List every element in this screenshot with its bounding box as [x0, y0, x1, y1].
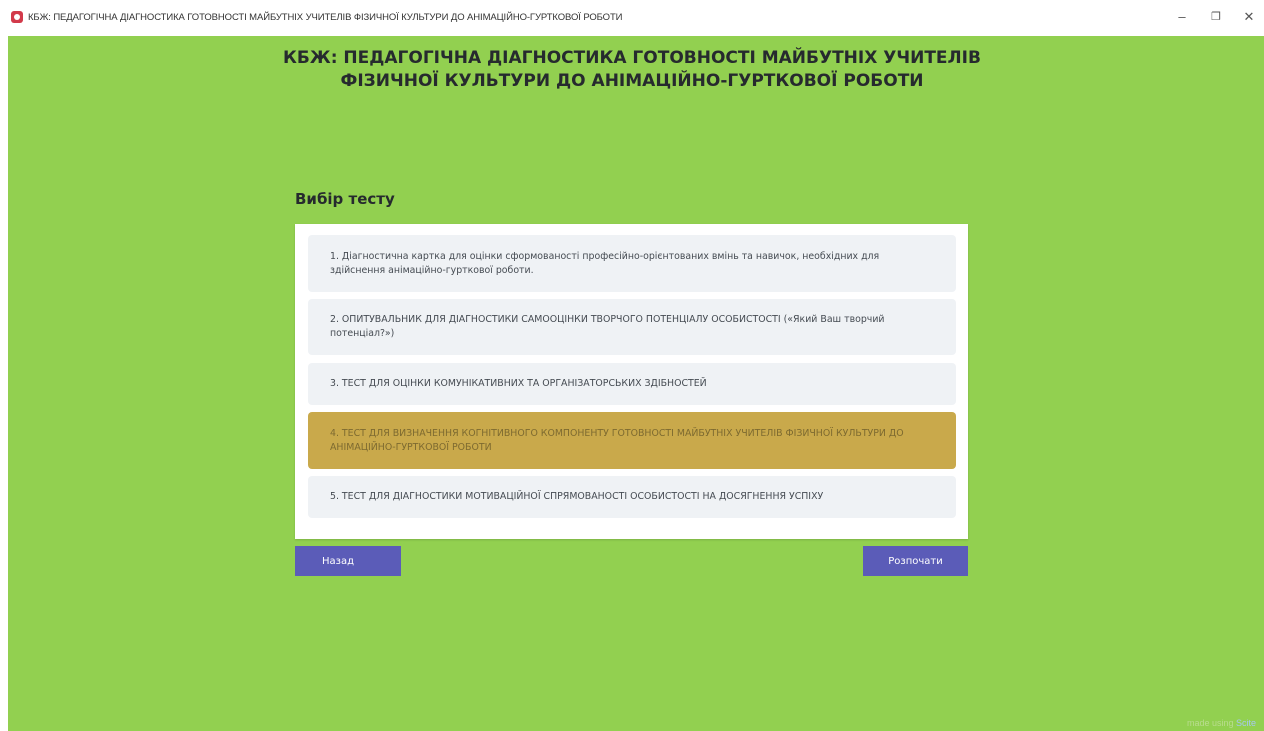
test-item-label: 3. ТЕСТ ДЛЯ ОЦІНКИ КОМУНІКАТИВНИХ ТА ОРГ…: [330, 378, 707, 389]
back-button[interactable]: Назад: [295, 546, 401, 576]
test-item-label: 1. Діагностична картка для оцінки сформо…: [330, 250, 880, 276]
page-title-line-1: КБЖ: ПЕДАГОГІЧНА ДІАГНОСТИКА ГОТОВНОСТІ …: [283, 48, 981, 68]
credit-text: made using: [1186, 718, 1236, 728]
close-icon[interactable]: ✕: [1236, 6, 1262, 28]
window-titlebar: КБЖ: ПЕДАГОГІЧНА ДІАГНОСТИКА ГОТОВНОСТІ …: [0, 0, 1264, 36]
test-list-panel: 1. Діагностична картка для оцінки сформо…: [295, 224, 968, 539]
test-item-4-selected[interactable]: 4. ТЕСТ ДЛЯ ВИЗНАЧЕННЯ КОГНІТИВНОГО КОМП…: [308, 412, 956, 469]
test-item-2[interactable]: 2. ОПИТУВАЛЬНИК ДЛЯ ДІАГНОСТИКИ САМООЦІН…: [308, 299, 956, 355]
app-shield-icon: [11, 11, 23, 23]
page-title-line-2: ФІЗИЧНОЇ КУЛЬТУРИ ДО АНІМАЦІЙНО-ГУРТКОВО…: [340, 71, 924, 91]
start-button[interactable]: Розпочати: [863, 546, 968, 576]
section-heading: Вибір тесту: [295, 190, 395, 208]
page-title: КБЖ: ПЕДАГОГІЧНА ДІАГНОСТИКА ГОТОВНОСТІ …: [0, 47, 1264, 93]
test-item-3[interactable]: 3. ТЕСТ ДЛЯ ОЦІНКИ КОМУНІКАТИВНИХ ТА ОРГ…: [308, 363, 956, 405]
test-item-label: 4. ТЕСТ ДЛЯ ВИЗНАЧЕННЯ КОГНІТИВНОГО КОМП…: [330, 427, 904, 453]
window-title: КБЖ: ПЕДАГОГІЧНА ДІАГНОСТИКА ГОТОВНОСТІ …: [28, 12, 623, 23]
made-using-credit: made using Scite: [1187, 718, 1256, 728]
test-item-5[interactable]: 5. ТЕСТ ДЛЯ ДІАГНОСТИКИ МОТИВАЦІЙНОЇ СПР…: [308, 476, 956, 518]
restore-icon[interactable]: ❐: [1203, 6, 1229, 28]
test-item-label: 2. ОПИТУВАЛЬНИК ДЛЯ ДІАГНОСТИКИ САМООЦІН…: [330, 314, 885, 339]
scite-link[interactable]: Scite: [1236, 718, 1256, 728]
test-item-1[interactable]: 1. Діагностична картка для оцінки сформо…: [308, 235, 956, 292]
test-item-label: 5. ТЕСТ ДЛЯ ДІАГНОСТИКИ МОТИВАЦІЙНОЇ СПР…: [330, 491, 824, 502]
minimize-icon[interactable]: –: [1169, 6, 1195, 28]
